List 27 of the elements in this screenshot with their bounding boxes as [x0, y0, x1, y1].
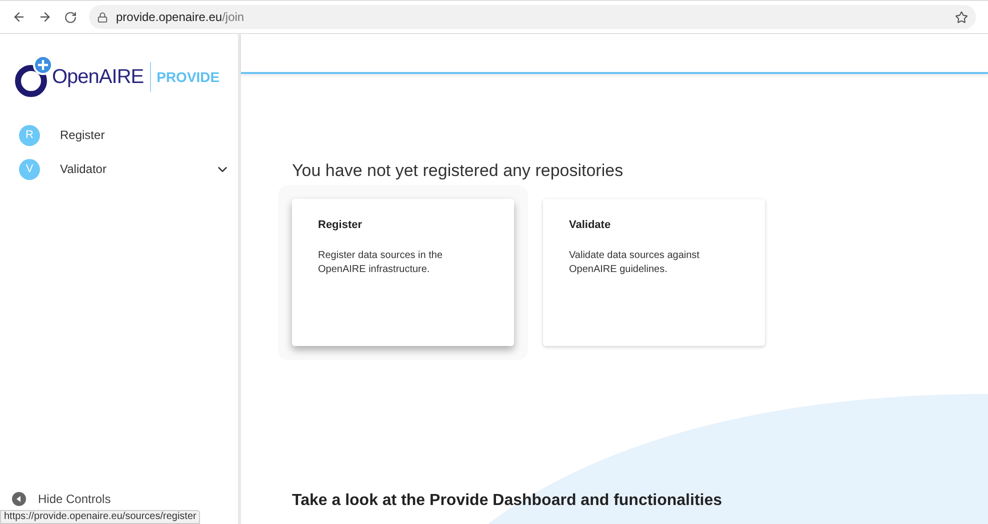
card-title: Register [318, 218, 364, 232]
sidebar-label: Validator [60, 161, 108, 178]
empty-state-heading: You have not yet registered any repositories [292, 160, 624, 182]
card-title: Validate [569, 218, 612, 232]
hide-controls-link[interactable]: Hide Controls [38, 490, 111, 508]
sidebar-item[interactable]: V Validator [0, 152, 238, 186]
section-heading: Take a look at the Provide Dashboard and functionalities [292, 490, 724, 510]
sidebar-item[interactable]: R Register [0, 118, 238, 152]
card-description: Register data sources in the OpenAIRE infrastructure. [318, 249, 444, 277]
card-description: Validate data sources against OpenAIRE guidelines. [569, 249, 700, 277]
sidebar-label: Register [60, 127, 106, 144]
bookmark-icon[interactable] [955, 10, 968, 24]
status-url-tooltip: https://provide.openaire.eu/sources/register [0, 510, 200, 524]
back-icon[interactable] [12, 10, 26, 24]
logo-icon [14, 55, 54, 99]
logo-product: PROVIDE [156, 68, 220, 86]
reload-icon[interactable] [64, 10, 77, 24]
lock-icon [97, 12, 108, 22]
letter-avatar: V [19, 158, 40, 180]
action-card[interactable]: Validate Validate data sources against OpenAIRE guidelines. [543, 198, 765, 346]
letter-avatar: R [19, 124, 40, 146]
logo-name: OpenAIRE [52, 65, 144, 90]
forward-icon[interactable] [38, 10, 52, 24]
collapse-icon[interactable] [12, 492, 26, 506]
address-bar[interactable]: provide.openaire.eu/join [89, 5, 976, 29]
action-card[interactable]: Register Register data sources in the OpenAIRE infrastructure. [292, 198, 514, 346]
url-text: provide.openaire.eu/join [116, 9, 246, 26]
